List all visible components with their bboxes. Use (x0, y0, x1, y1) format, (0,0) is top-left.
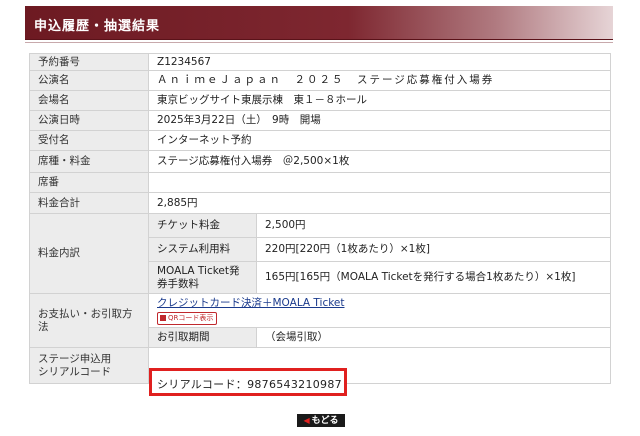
page-header: 申込履歴・抽選結果 (25, 6, 613, 43)
total-amount: 2,885円 (148, 192, 611, 214)
serial-label-line1: ステージ申込用 (38, 352, 112, 365)
page-title: 申込履歴・抽選結果 (34, 19, 161, 34)
serial-code-value: シリアルコード：9876543210987 (157, 378, 342, 391)
breakdown-item-value: 2,500円 (256, 213, 611, 238)
table-row: 席番 (29, 172, 611, 193)
pickup-period-value: （会場引取） (256, 327, 611, 348)
table-row: 会場名 東京ビッグサイト東展示棟 東１－８ホール (29, 90, 611, 111)
row-label: 受付名 (29, 130, 149, 151)
table-row: 公演名 ＡｎｉｍｅＪａｐａｎ ２０２５ ステージ応募権付入場券 (29, 70, 611, 91)
table-row: 公演日時 2025年3月22日（土） 9時 開場 (29, 110, 611, 131)
reception-name: インターネット予約 (148, 130, 611, 151)
qr-icon (160, 314, 166, 321)
row-label: 料金内訳 (29, 213, 149, 294)
breakdown-item-value: 165円[165円（MOALA Ticketを発行する場合1枚あたり）×1枚] (256, 261, 611, 294)
performance-name: ＡｎｉｍｅＪａｐａｎ ２０２５ ステージ応募権付入場券 (148, 70, 611, 91)
back-arrow-icon: ◀ (303, 416, 310, 425)
seat-number (148, 172, 611, 193)
row-label: 会場名 (29, 90, 149, 111)
performance-datetime: 2025年3月22日（土） 9時 開場 (148, 110, 611, 131)
serial-code-highlight: シリアルコード：9876543210987 (149, 368, 347, 396)
serial-label-line2: シリアルコード (38, 365, 112, 378)
back-button-label: もどる (311, 416, 339, 426)
qr-display-button[interactable]: QRコード表示 (157, 311, 218, 325)
breakdown-item-label: チケット料金 (148, 213, 257, 238)
table-row: お支払い・お引取方法 クレジットカード決済＋MOALA Ticket QRコード… (29, 293, 611, 348)
breakdown-item-label: MOALA Ticket発券手数料 (148, 261, 257, 294)
table-row: 席種・料金 ステージ応募権付入場券 ＠2,500×1枚 (29, 150, 611, 173)
row-label: 席種・料金 (29, 150, 149, 173)
row-label: 公演日時 (29, 110, 149, 131)
reception-number: Z1234567 (148, 53, 611, 71)
table-row: 受付名 インターネット予約 (29, 130, 611, 151)
back-button[interactable]: ◀ もどる (297, 414, 345, 427)
table-row: 料金内訳 チケット料金 2,500円 (29, 213, 611, 294)
row-label: 席番 (29, 172, 149, 193)
breakdown-item-value: 220円[220円（1枚あたり）×1枚] (256, 237, 611, 262)
qr-badge-label: QRコード表示 (168, 313, 214, 322)
row-label: 料金合計 (29, 192, 149, 214)
row-label: 予約番号 (29, 53, 149, 71)
serial-code-label: ステージ申込用 シリアルコード (29, 347, 149, 384)
order-details-table: 予約番号 Z1234567 公演名 ＡｎｉｍｅＪａｐａｎ ２０２５ ステージ応募… (29, 53, 611, 384)
pickup-period-label: お引取期間 (148, 327, 257, 348)
payment-method-cell: クレジットカード決済＋MOALA Ticket QRコード表示 (148, 293, 611, 328)
payment-method-link[interactable]: クレジットカード決済＋MOALA Ticket (157, 297, 345, 309)
table-row: 予約番号 Z1234567 (29, 53, 611, 71)
table-row: 料金合計 2,885円 (29, 192, 611, 214)
venue-name: 東京ビッグサイト東展示棟 東１－８ホール (148, 90, 611, 111)
row-label: 公演名 (29, 70, 149, 91)
breakdown-item-label: システム利用料 (148, 237, 257, 262)
seat-type-fee: ステージ応募権付入場券 ＠2,500×1枚 (148, 150, 611, 173)
header-divider (25, 42, 613, 43)
row-label: お支払い・お引取方法 (29, 293, 149, 348)
